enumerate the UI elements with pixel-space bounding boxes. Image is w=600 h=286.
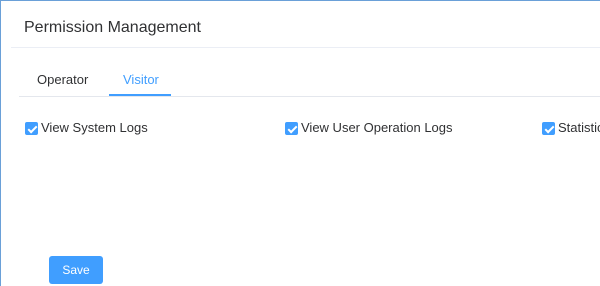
tab-visitor[interactable]: Visitor: [123, 65, 159, 96]
checkbox-checked-icon[interactable]: [285, 121, 298, 135]
permission-view-user-operation-logs[interactable]: View User Operation Logs: [285, 120, 453, 136]
page-title: Permission Management: [24, 19, 201, 36]
permission-panel: Permission Management Operator Visitor V…: [0, 0, 600, 286]
permission-label: Statistics: [558, 120, 600, 135]
permission-label: View User Operation Logs: [301, 120, 453, 135]
save-button[interactable]: Save: [49, 256, 103, 284]
checkbox-checked-icon[interactable]: [25, 121, 38, 135]
tab-operator[interactable]: Operator: [37, 65, 88, 96]
permission-label: View System Logs: [41, 120, 148, 135]
permission-view-system-logs[interactable]: View System Logs: [25, 120, 148, 136]
role-tabs: Operator Visitor: [19, 65, 600, 97]
active-tab-indicator: [109, 94, 171, 96]
permission-statistics[interactable]: Statistics: [542, 120, 600, 136]
checkbox-checked-icon[interactable]: [542, 121, 555, 135]
panel-header: Permission Management: [11, 1, 600, 48]
